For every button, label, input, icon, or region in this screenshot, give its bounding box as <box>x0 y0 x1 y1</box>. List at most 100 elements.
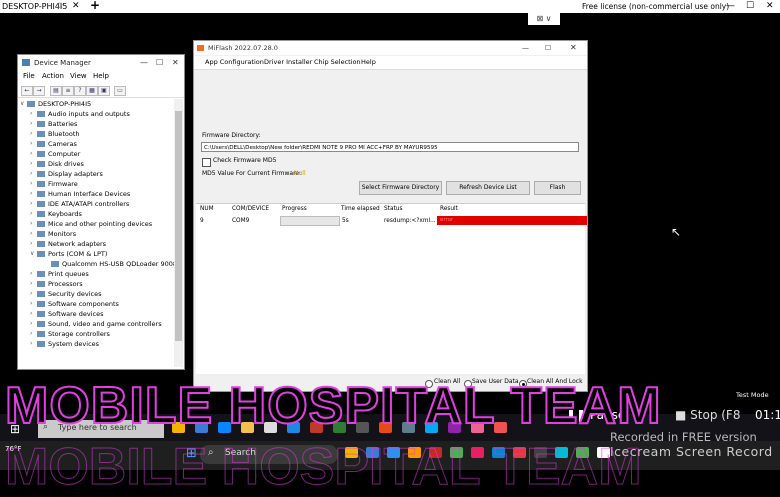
row-num: 9 <box>200 218 204 224</box>
check-md5-checkbox[interactable] <box>202 158 211 167</box>
monitor-icon[interactable]: ▭ <box>114 86 126 96</box>
column-header[interactable]: NUM <box>200 206 214 212</box>
column-header[interactable]: COM/DEVICE <box>232 206 269 212</box>
chevron-right-icon[interactable]: › <box>30 199 32 209</box>
properties-icon[interactable]: ▤ <box>50 86 62 96</box>
chevron-right-icon[interactable]: › <box>30 159 32 169</box>
tree-scrollbar[interactable] <box>174 99 183 367</box>
chevron-right-icon[interactable]: › <box>30 309 32 319</box>
miflash-titlebar[interactable]: MiFlash 2022.07.28.0 — ☐ ✕ <box>194 41 587 55</box>
help-icon[interactable]: ? <box>74 86 86 96</box>
column-header[interactable]: Progress <box>282 206 307 212</box>
device-category-icon <box>37 121 45 127</box>
license-notice: Free license (non-commercial use only) <box>582 2 730 11</box>
menu-action[interactable]: Action <box>42 72 64 80</box>
row-time: 5s <box>342 218 349 224</box>
device-category-icon <box>37 321 45 327</box>
maximize-icon[interactable]: ☐ <box>156 55 163 71</box>
close-icon[interactable]: ✕ <box>570 41 577 55</box>
chevron-right-icon[interactable]: › <box>30 279 32 289</box>
maximize-icon[interactable]: ☐ <box>746 0 754 13</box>
tree-item-label: Mice and other pointing devices <box>48 220 153 228</box>
menu-driver-installer[interactable]: Driver Installer <box>264 56 312 69</box>
tree-item-label: Computer <box>48 150 81 158</box>
stop-button[interactable]: ■ Stop (F8 <box>675 408 740 422</box>
chevron-right-icon[interactable]: › <box>30 109 32 119</box>
team-banner-reflection: MOBILE HOSPITAL TEAM <box>5 438 643 497</box>
chevron-right-icon[interactable]: › <box>30 229 32 239</box>
tree-item-label: Audio inputs and outputs <box>48 110 130 118</box>
chevron-right-icon[interactable]: › <box>30 289 32 299</box>
window-title: MiFlash 2022.07.28.0 <box>208 44 278 52</box>
chevron-right-icon[interactable]: › <box>30 269 32 279</box>
firmware-directory-input[interactable]: C:\Users\DELL\Desktop\New folder\REDMI N… <box>201 142 579 152</box>
menu-app-configuration[interactable]: App Configuration <box>205 56 264 69</box>
row-status: resdump:<?xml... <box>384 218 436 224</box>
chevron-right-icon[interactable]: › <box>30 169 32 179</box>
check-md5-label: Check Firmware MD5 <box>213 157 277 164</box>
chevron-right-icon[interactable]: › <box>30 179 32 189</box>
chevron-right-icon[interactable]: › <box>30 339 32 349</box>
device-category-icon <box>37 221 45 227</box>
chevron-down-icon[interactable]: ∨ <box>20 99 24 109</box>
chevron-right-icon[interactable]: › <box>30 189 32 199</box>
chevron-right-icon[interactable]: › <box>30 149 32 159</box>
chevron-right-icon[interactable]: › <box>30 209 32 219</box>
chevron-right-icon[interactable]: › <box>30 119 32 129</box>
menu-file[interactable]: File <box>23 72 35 80</box>
menu-bar: App Configuration Driver Installer Chip … <box>194 56 587 70</box>
chevron-right-icon[interactable]: › <box>30 329 32 339</box>
tree-item-label: Storage controllers <box>48 330 110 338</box>
column-header[interactable]: Result <box>440 206 458 212</box>
star-icon[interactable]: ☆ <box>56 0 64 13</box>
device-category-icon <box>37 301 45 307</box>
chevron-right-icon[interactable]: › <box>30 139 32 149</box>
menu-chip-selection[interactable]: Chip Selection <box>314 56 361 69</box>
grid-icon[interactable]: ▦ <box>86 86 98 96</box>
menu-view[interactable]: View <box>70 72 87 80</box>
tree-item-label: Firmware <box>48 180 78 188</box>
flash-button[interactable]: Flash <box>534 181 581 195</box>
back-icon[interactable]: ← <box>21 86 33 96</box>
chevron-right-icon[interactable]: › <box>30 319 32 329</box>
device-manager-titlebar[interactable]: Device Manager — ☐ ✕ <box>18 55 184 71</box>
scrollbar-thumb[interactable] <box>175 111 182 341</box>
list-icon[interactable]: ≡ <box>62 86 74 96</box>
chevron-right-icon[interactable]: › <box>30 219 32 229</box>
row-result: error <box>437 216 587 225</box>
tree-item-label: Bluetooth <box>48 130 80 138</box>
close-tab-icon[interactable]: ✕ <box>72 0 80 13</box>
device-tree: ∨ DESKTOP-PHI4I5 › Audio inputs and outputs… <box>18 99 174 367</box>
minimize-icon[interactable]: — <box>726 0 735 13</box>
remote-session-tabbar: DESKTOP-PHI4I5 ☆ ✕ + Free license (non-c… <box>0 0 780 13</box>
device-category-icon <box>37 251 45 257</box>
miflash-window: MiFlash 2022.07.28.0 — ☐ ✕ App Configura… <box>193 40 588 392</box>
minimize-icon[interactable]: — <box>522 41 529 55</box>
update-driver-icon[interactable]: ▣ <box>98 86 110 96</box>
menu-bar: File Action View Help <box>18 72 184 83</box>
new-tab-icon[interactable]: + <box>90 0 100 12</box>
menu-help[interactable]: Help <box>93 72 109 80</box>
column-header[interactable]: Status <box>384 206 402 212</box>
close-icon[interactable]: ✕ <box>172 55 179 71</box>
toolbar: ← → ▤ ≡ ? ▦ ▣ ▭ <box>18 84 184 98</box>
chevron-right-icon[interactable]: › <box>30 239 32 249</box>
chevron-down-icon[interactable]: ∨ <box>30 249 34 259</box>
forward-icon[interactable]: → <box>33 86 45 96</box>
device-category-icon <box>37 191 45 197</box>
minimize-icon[interactable]: — <box>140 55 148 71</box>
device-category-icon <box>37 111 45 117</box>
tree-item-label: Software components <box>48 300 119 308</box>
close-icon[interactable]: ✕ <box>766 0 774 13</box>
tree-item-label: Keyboards <box>48 210 82 218</box>
chevron-right-icon[interactable]: › <box>30 299 32 309</box>
mini-toolbar[interactable]: ⊠ ∨ <box>528 13 560 25</box>
maximize-icon[interactable]: ☐ <box>545 41 551 55</box>
refresh-device-list-button[interactable]: Refresh Device List <box>446 181 530 195</box>
device-category-icon <box>37 281 45 287</box>
menu-help[interactable]: Help <box>361 56 376 69</box>
chevron-right-icon[interactable]: › <box>30 129 32 139</box>
device-category-icon <box>37 241 45 247</box>
select-firmware-button[interactable]: Select Firmware Directory <box>359 181 442 195</box>
column-header[interactable]: Time elapsed <box>341 206 380 212</box>
